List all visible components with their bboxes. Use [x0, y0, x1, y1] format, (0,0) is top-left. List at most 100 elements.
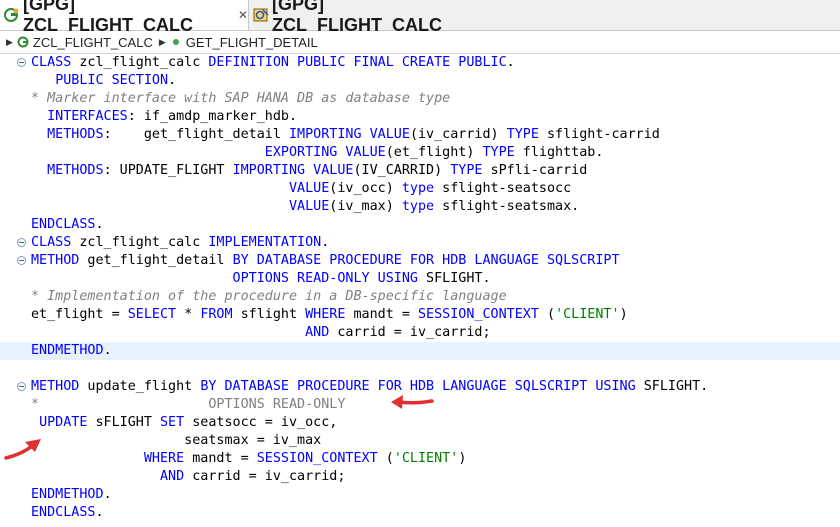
code-line[interactable]: AND carrid = iv_carrid;	[0, 324, 840, 342]
breadcrumb: ▶ ZCL_FLIGHT_CALC ▶ GET_FLIGHT_DETAIL	[0, 31, 840, 54]
code-line[interactable]: CLASS zcl_flight_calc IMPLEMENTATION.	[0, 234, 840, 252]
code-token: CLASS	[31, 55, 72, 70]
code-token: DEFINITION PUBLIC FINAL CREATE PUBLIC	[208, 55, 507, 70]
code-token: sflight-seatsmax.	[434, 199, 580, 214]
code-token: .	[103, 487, 112, 502]
breadcrumb-class[interactable]: ZCL_FLIGHT_CALC	[33, 35, 153, 50]
code-text: OPTIONS READ-ONLY USING SFLIGHT.	[31, 270, 491, 288]
code-token: IMPORTING VALUE	[232, 163, 354, 178]
code-text: AND carrid = iv_carrid;	[31, 324, 491, 342]
code-token: SFLIGHT.	[417, 271, 491, 286]
code-token: VALUE	[288, 181, 330, 196]
code-line[interactable]: METHODS: UPDATE_FLIGHT IMPORTING VALUE(I…	[0, 162, 840, 180]
code-text: VALUE(iv_occ) type sflight-seatsocc	[31, 180, 571, 198]
code-text: ENDCLASS.	[31, 504, 104, 522]
code-token: carrid = iv_carrid;	[329, 325, 491, 340]
code-token: EXPORTING VALUE	[264, 145, 386, 160]
code-token: * Implementation of the procedure in a D…	[31, 289, 507, 304]
code-line[interactable]: OPTIONS READ-ONLY USING SFLIGHT.	[0, 270, 840, 288]
code-line[interactable]: METHODS: get_flight_detail IMPORTING VAL…	[0, 126, 840, 144]
code-text: METHOD update_flight BY DATABASE PROCEDU…	[31, 378, 708, 396]
code-token: INTERFACES	[47, 109, 128, 124]
code-token: .	[506, 55, 515, 70]
code-token: FROM	[200, 307, 233, 322]
code-token: * Marker interface with SAP HANA DB as d…	[31, 91, 451, 106]
code-token: .	[103, 343, 112, 358]
code-line[interactable]: ENDMETHOD.	[0, 342, 840, 360]
close-icon[interactable]: ✕	[238, 8, 248, 22]
code-text: PUBLIC SECTION.	[31, 72, 176, 90]
tab-zcl-flight-calc[interactable]: [GPG] ZCL_FLIGHT_CALC	[249, 0, 479, 35]
code-line[interactable]: AND carrid = iv_carrid;	[0, 468, 840, 486]
code-token: (iv_carrid)	[409, 127, 507, 142]
code-line[interactable]: UPDATE sFLIGHT SET seatsocc = iv_occ,	[0, 414, 840, 432]
code-line[interactable]: VALUE(iv_max) type sflight-seatsmax.	[0, 198, 840, 216]
code-line[interactable]: * Marker interface with SAP HANA DB as d…	[0, 90, 840, 108]
breadcrumb-separator-icon[interactable]: ▶	[159, 37, 166, 48]
fold-toggle-icon[interactable]	[17, 382, 26, 391]
code-line[interactable]: * Implementation of the procedure in a D…	[0, 288, 840, 306]
code-token: .	[95, 505, 104, 520]
code-token: : get_flight_detail	[103, 127, 289, 142]
code-line[interactable]	[0, 360, 840, 378]
code-token: VALUE	[288, 199, 330, 214]
code-token: flighttab.	[514, 145, 604, 160]
code-token: sflight-seatsocc	[434, 181, 572, 196]
code-line[interactable]: seatsmax = iv_max	[0, 432, 840, 450]
code-token: .	[95, 217, 104, 232]
breadcrumb-method[interactable]: GET_FLIGHT_DETAIL	[186, 35, 318, 50]
code-token: type	[401, 199, 435, 214]
editor-tab-bar: [GPG] ZCL_FLIGHT_CALC ✕ [GPG] ZCL_FLIGHT…	[0, 0, 840, 35]
code-line[interactable]: et_flight = SELECT * FROM sflight WHERE …	[0, 306, 840, 324]
code-line[interactable]: INTERFACES: if_amdp_marker_hdb.	[0, 108, 840, 126]
code-token: * OPTIONS READ-ONLY	[31, 397, 346, 412]
code-line[interactable]: CLASS zcl_flight_calc DEFINITION PUBLIC …	[0, 54, 840, 72]
code-token: )	[619, 307, 628, 322]
expand-arrow-icon[interactable]: ▶	[6, 37, 13, 48]
code-token: (et_flight)	[385, 145, 483, 160]
code-token: *	[176, 307, 201, 322]
code-line[interactable]: EXPORTING VALUE(et_flight) TYPE flightta…	[0, 144, 840, 162]
class-icon	[17, 36, 29, 48]
code-token: .	[168, 73, 177, 88]
code-line[interactable]: ENDMETHOD.	[0, 486, 840, 504]
code-editor[interactable]: CLASS zcl_flight_calc DEFINITION PUBLIC …	[0, 54, 840, 527]
code-token: SFLIGHT.	[635, 379, 709, 394]
code-line[interactable]: VALUE(iv_occ) type sflight-seatsocc	[0, 180, 840, 198]
abap-class-icon	[4, 7, 20, 23]
fold-toggle-icon[interactable]	[17, 58, 26, 67]
code-token: PUBLIC SECTION	[55, 73, 169, 88]
code-token: TYPE	[506, 127, 539, 142]
tab-zcl-flight-calc-active[interactable]: [GPG] ZCL_FLIGHT_CALC ✕	[0, 0, 249, 35]
code-token: get_flight_detail	[79, 253, 233, 268]
code-token: : UPDATE_FLIGHT	[103, 163, 233, 178]
code-text: ENDMETHOD.	[31, 486, 112, 504]
code-text: VALUE(iv_max) type sflight-seatsmax.	[31, 198, 579, 216]
code-text: METHODS: get_flight_detail IMPORTING VAL…	[31, 126, 660, 144]
method-icon	[170, 36, 182, 48]
code-token: BY DATABASE PROCEDURE FOR HDB LANGUAGE S…	[232, 253, 620, 268]
code-token: sflight-carrid	[538, 127, 660, 142]
code-line[interactable]: WHERE mandt = SESSION_CONTEXT ('CLIENT')	[0, 450, 840, 468]
code-token: mandt =	[345, 307, 418, 322]
code-token: )	[458, 451, 467, 466]
fold-toggle-icon[interactable]	[17, 256, 26, 265]
code-token: UPDATE	[39, 415, 88, 430]
code-token: (IV_CARRID)	[353, 163, 451, 178]
code-line[interactable]: PUBLIC SECTION.	[0, 72, 840, 90]
code-token: METHOD	[31, 253, 80, 268]
code-line[interactable]: ENDCLASS.	[0, 216, 840, 234]
code-token: zcl_flight_calc	[71, 235, 209, 250]
code-line[interactable]: ENDCLASS.	[0, 504, 840, 522]
code-token: mandt =	[184, 451, 257, 466]
code-token: carrid = iv_carrid;	[184, 469, 346, 484]
code-line[interactable]: METHOD get_flight_detail BY DATABASE PRO…	[0, 252, 840, 270]
fold-toggle-icon[interactable]	[17, 238, 26, 247]
